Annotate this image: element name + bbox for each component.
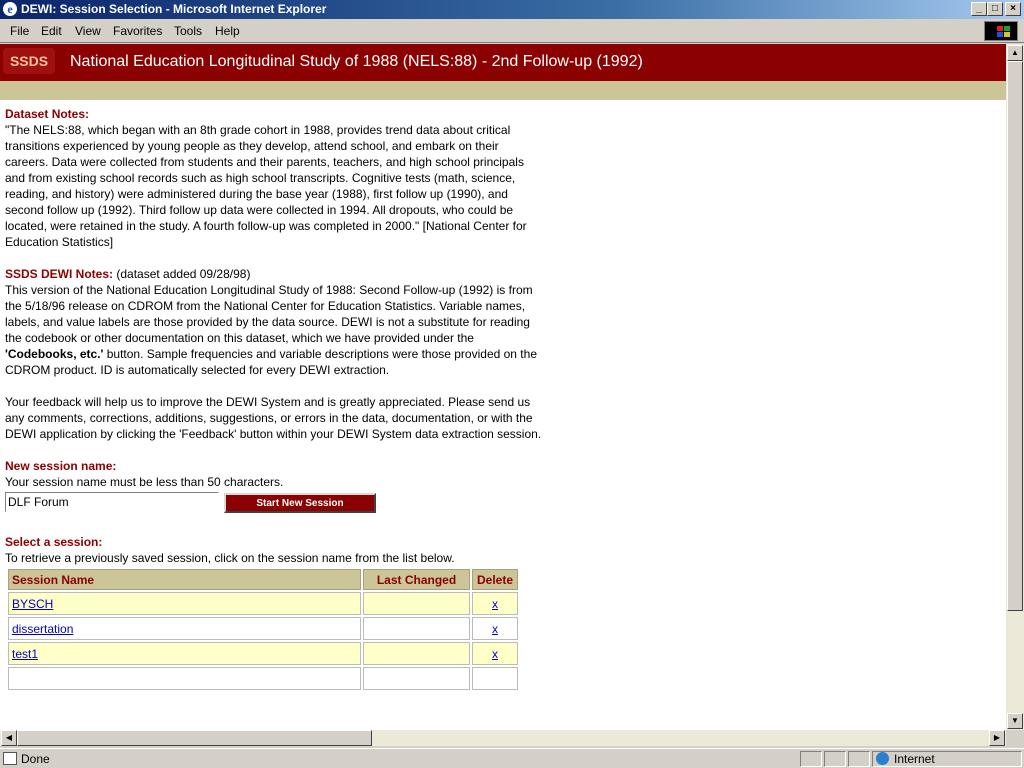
ssds-logo: SSDS	[3, 48, 55, 74]
feedback-text: Your feedback will help us to improve th…	[5, 395, 542, 441]
page-done-icon	[3, 752, 17, 765]
scrollbar-corner	[1006, 730, 1024, 746]
column-header-session-name: Session Name	[8, 569, 361, 590]
title-bar: e DEWI: Session Selection - Microsoft In…	[0, 0, 1024, 19]
menu-file[interactable]: File	[10, 24, 29, 38]
status-panel	[824, 751, 846, 767]
internet-globe-icon	[876, 752, 889, 765]
dewi-notes-text-part1: This version of the National Education L…	[5, 283, 533, 345]
delete-session-link[interactable]: x	[492, 597, 498, 611]
delete-session-link[interactable]: x	[492, 647, 498, 661]
menu-bar: File Edit View Favorites Tools Help	[0, 19, 1024, 43]
scroll-down-icon[interactable]: ▼	[1007, 713, 1023, 729]
new-session-hint: Your session name must be less than 50 c…	[5, 475, 284, 489]
status-text: Done	[21, 752, 50, 766]
close-button[interactable]: ×	[1005, 2, 1021, 16]
window-title: DEWI: Session Selection - Microsoft Inte…	[21, 2, 327, 16]
dewi-notes-heading-line: SSDS DEWI Notes: (dataset added 09/28/98…	[5, 266, 545, 282]
select-session-heading: Select a session:	[5, 535, 103, 549]
scroll-up-icon[interactable]: ▲	[1007, 45, 1023, 61]
menu-view[interactable]: View	[75, 24, 101, 38]
column-header-delete: Delete	[472, 569, 518, 590]
session-name-input[interactable]	[5, 492, 219, 512]
minimize-button[interactable]: _	[971, 2, 987, 16]
codebooks-reference: 'Codebooks, etc.'	[5, 347, 104, 361]
horizontal-scrollbar[interactable]: ◀ ▶	[0, 730, 1006, 746]
header-banner: SSDS National Education Longitudinal Stu…	[0, 44, 1006, 81]
last-changed-cell	[363, 642, 470, 665]
menu-edit[interactable]: Edit	[41, 24, 62, 38]
dewi-notes-text: This version of the National Education L…	[5, 282, 545, 378]
new-session-heading: New session name:	[5, 459, 117, 473]
table-row: BYSCH x	[8, 592, 518, 615]
menu-help[interactable]: Help	[215, 24, 240, 38]
ie-logo-icon: e	[3, 2, 17, 16]
scroll-right-icon[interactable]: ▶	[989, 730, 1005, 746]
delete-session-link[interactable]: x	[492, 622, 498, 636]
dewi-notes-heading: SSDS DEWI Notes:	[5, 267, 114, 281]
scroll-left-icon[interactable]: ◀	[1, 730, 17, 746]
last-changed-cell	[363, 617, 470, 640]
session-link-dissertation[interactable]: dissertation	[12, 622, 73, 636]
session-link-bysch[interactable]: BYSCH	[12, 597, 53, 611]
horizontal-scroll-thumb[interactable]	[17, 730, 372, 746]
header-stripe	[0, 81, 1006, 100]
menu-favorites[interactable]: Favorites	[113, 24, 162, 38]
sessions-table: Session Name Last Changed Delete BYSCH x…	[6, 567, 520, 692]
last-changed-cell	[363, 592, 470, 615]
vertical-scroll-thumb[interactable]	[1007, 61, 1023, 611]
windows-logo-icon	[984, 21, 1018, 41]
dataset-added-date: (dataset added 09/28/98)	[113, 267, 251, 281]
select-session-hint: To retrieve a previously saved session, …	[5, 551, 455, 565]
session-link-test1[interactable]: test1	[12, 647, 38, 661]
table-row: dissertation x	[8, 617, 518, 640]
status-panel	[848, 751, 870, 767]
maximize-button[interactable]: □	[987, 2, 1003, 16]
start-new-session-button[interactable]: Start New Session	[224, 493, 376, 513]
table-row	[8, 667, 518, 690]
status-bar: Done Internet	[0, 748, 1024, 768]
table-row: test1 x	[8, 642, 518, 665]
dataset-notes-text: "The NELS:88, which began with an 8th gr…	[5, 123, 527, 249]
vertical-scrollbar[interactable]: ▲ ▼	[1006, 44, 1024, 730]
page-viewport: SSDS National Education Longitudinal Stu…	[0, 44, 1006, 730]
dataset-notes-heading: Dataset Notes:	[5, 107, 90, 121]
status-panel	[800, 751, 822, 767]
security-zone: Internet	[894, 752, 935, 766]
column-header-last-changed: Last Changed	[363, 569, 470, 590]
menu-tools[interactable]: Tools	[174, 24, 202, 38]
page-title: National Education Longitudinal Study of…	[70, 53, 643, 70]
new-session-row: Start New Session	[5, 492, 545, 514]
main-content: Dataset Notes: "The NELS:88, which began…	[5, 106, 545, 692]
